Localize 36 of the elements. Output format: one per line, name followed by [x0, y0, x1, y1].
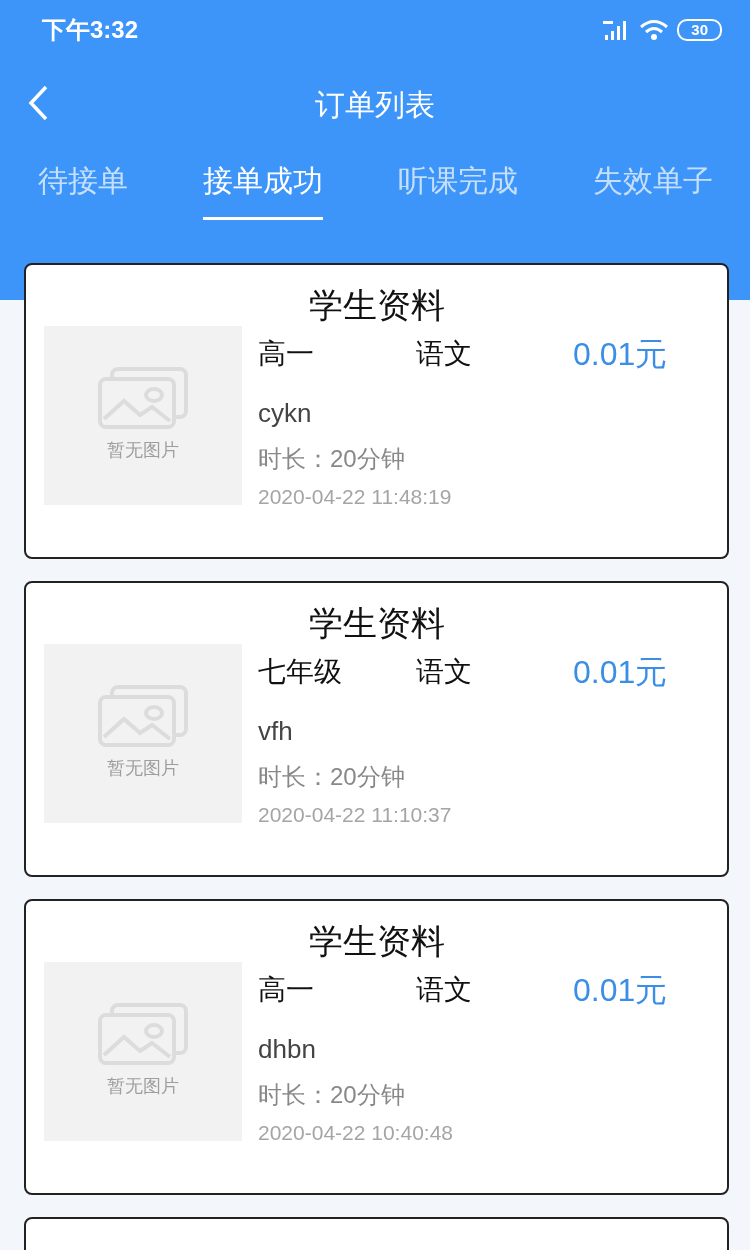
grade-label: 高一 [258, 336, 315, 371]
status-time: 下午3:32 [42, 15, 139, 45]
placeholder-text: 暂无图片 [107, 1074, 179, 1098]
duration-text: 时长：20分钟 [258, 761, 406, 792]
tab[interactable]: 听课完成 [397, 148, 518, 220]
subject-label: 语文 [416, 972, 473, 1007]
card-title: 学生资料 [307, 285, 446, 326]
tab[interactable]: 待接单 [37, 148, 128, 220]
placeholder-text: 暂无图片 [107, 438, 179, 462]
page-title: 订单列表 [315, 86, 435, 123]
price-label: 0.01元 [573, 652, 668, 692]
card-title: 学生资料 [307, 603, 446, 644]
back-button[interactable] [26, 84, 50, 122]
order-card[interactable]: 学生资料 暂无图片 七年级 语文 0.01元 vfh 时长：20分钟 2020-04-22 11:10:37 [24, 581, 729, 877]
order-card[interactable]: 学生资料 暂无图片 高一 语文 0.01元 cykn 时长：20分钟 2020-04-22 11:48:19 [24, 263, 729, 559]
order-time: 2020-04-22 11:48:19 [258, 483, 453, 510]
order-time: 2020-04-22 11:10:37 [258, 801, 453, 828]
student-name: dhbn [258, 1032, 317, 1066]
battery-indicator: 30 [677, 19, 722, 41]
order-card[interactable]: 学生资料 暂无图片 高一 语文 0.01元 dhbn 时长：20分钟 2020-04-22 10:40:48 [24, 899, 729, 1195]
duration-text: 时长：20分钟 [258, 443, 406, 474]
subject-label: 语文 [416, 336, 473, 371]
tab[interactable]: 接单成功 [202, 148, 323, 220]
grade-label: 高一 [258, 972, 315, 1007]
card-title: 学生资料 [307, 921, 446, 962]
tab[interactable]: 失效单子 [592, 148, 713, 220]
subject-label: 语文 [416, 654, 473, 689]
duration-text: 时长：20分钟 [258, 1079, 406, 1110]
wifi-icon [639, 19, 670, 41]
student-name: vfh [258, 714, 294, 748]
placeholder-text: 暂无图片 [107, 756, 179, 780]
grade-label: 七年级 [258, 654, 343, 689]
order-time: 2020-04-22 10:40:48 [258, 1119, 454, 1146]
price-label: 0.01元 [573, 334, 668, 374]
student-name: cykn [258, 396, 313, 430]
price-label: 0.01元 [573, 970, 668, 1010]
